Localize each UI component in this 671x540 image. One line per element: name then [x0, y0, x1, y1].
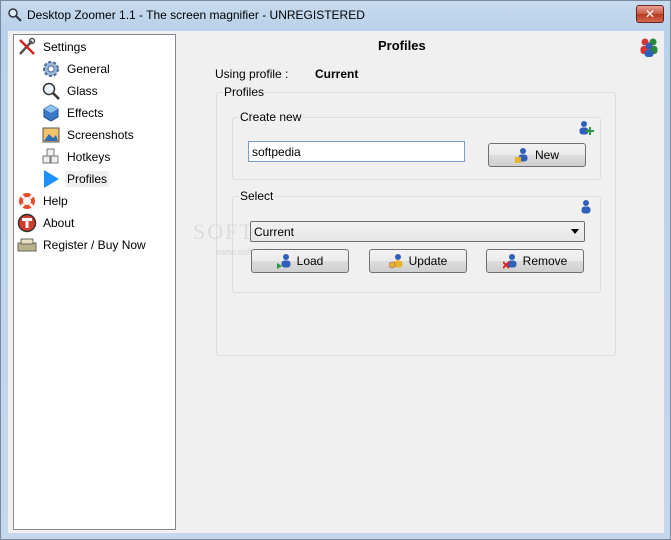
play-arrow-icon	[41, 169, 61, 189]
new-button-label: New	[534, 148, 559, 162]
app-window: Desktop Zoomer 1.1 - The screen magnifie…	[0, 0, 671, 540]
sidebar-item-general[interactable]: General	[41, 59, 112, 79]
sidebar-item-label: About	[43, 216, 75, 230]
sidebar-item-label: Effects	[67, 106, 104, 120]
sidebar-item-label: Help	[43, 194, 68, 208]
sidebar-item-label: Screenshots	[67, 128, 134, 142]
sidebar-item-about[interactable]: About	[17, 213, 76, 233]
select-group: Select	[232, 189, 601, 293]
window-title: Desktop Zoomer 1.1 - The screen magnifie…	[27, 8, 365, 22]
sidebar-item-label: Profiles	[65, 171, 110, 187]
remove-button-label: Remove	[522, 254, 568, 268]
create-new-label: Create new	[239, 110, 303, 124]
sidebar-item-glass[interactable]: Glass	[41, 81, 100, 101]
remove-profile-button[interactable]: Remove	[486, 249, 584, 273]
navigation-tree[interactable]: Settings General Glass Effects Screensho…	[13, 34, 176, 530]
register-icon	[17, 235, 37, 255]
sidebar-item-screenshots[interactable]: Screenshots	[41, 125, 136, 145]
magnifier-icon	[41, 81, 61, 101]
user-icon	[581, 200, 591, 214]
load-button-label: Load	[296, 254, 324, 268]
using-profile-label: Using profile :	[215, 67, 289, 81]
sidebar-item-label: Settings	[43, 40, 87, 54]
load-profile-button[interactable]: Load	[251, 249, 349, 273]
close-button[interactable]: ✕	[636, 5, 664, 23]
sidebar-item-settings[interactable]: Settings	[17, 37, 88, 57]
sidebar-item-profiles[interactable]: Profiles	[41, 169, 110, 189]
sidebar-item-hotkeys[interactable]: Hotkeys	[41, 147, 112, 167]
add-user-icon	[579, 121, 594, 135]
new-profile-name-input[interactable]	[248, 141, 465, 162]
sidebar-item-effects[interactable]: Effects	[41, 103, 105, 123]
picture-icon	[41, 125, 61, 145]
users-group-icon	[640, 38, 658, 57]
sidebar-item-register[interactable]: Register / Buy Now	[17, 235, 148, 255]
select-label: Select	[239, 189, 275, 203]
update-button-label: Update	[408, 254, 448, 268]
magnifier-icon	[8, 8, 22, 22]
profiles-group-label: Profiles	[223, 85, 266, 99]
new-user-icon	[514, 148, 528, 163]
cube-icon	[41, 103, 61, 123]
profile-select-dropdown[interactable]: Current	[250, 221, 585, 242]
new-profile-button[interactable]: New	[488, 143, 586, 167]
sidebar-item-label: Register / Buy Now	[43, 238, 146, 252]
keys-icon	[41, 147, 61, 167]
load-user-icon	[276, 254, 291, 269]
sidebar-item-label: Hotkeys	[67, 150, 111, 164]
client-area: Settings General Glass Effects Screensho…	[8, 31, 664, 533]
lifebuoy-icon	[17, 191, 37, 211]
about-t-icon	[17, 213, 37, 233]
page-title: Profiles	[378, 38, 426, 53]
settings-tools-icon	[17, 37, 37, 57]
using-profile-value: Current	[315, 67, 359, 81]
close-icon: ✕	[644, 7, 656, 21]
remove-user-icon	[502, 254, 517, 269]
profile-select-value: Current	[254, 224, 295, 239]
gear-icon	[41, 59, 61, 79]
sidebar-item-help[interactable]: Help	[17, 191, 70, 211]
chevron-down-icon	[571, 229, 579, 234]
update-profile-button[interactable]: Update	[369, 249, 467, 273]
sidebar-item-label: Glass	[67, 84, 98, 98]
title-bar[interactable]: Desktop Zoomer 1.1 - The screen magnifie…	[1, 1, 670, 29]
sidebar-item-label: General	[67, 62, 110, 76]
update-user-icon	[388, 254, 403, 269]
